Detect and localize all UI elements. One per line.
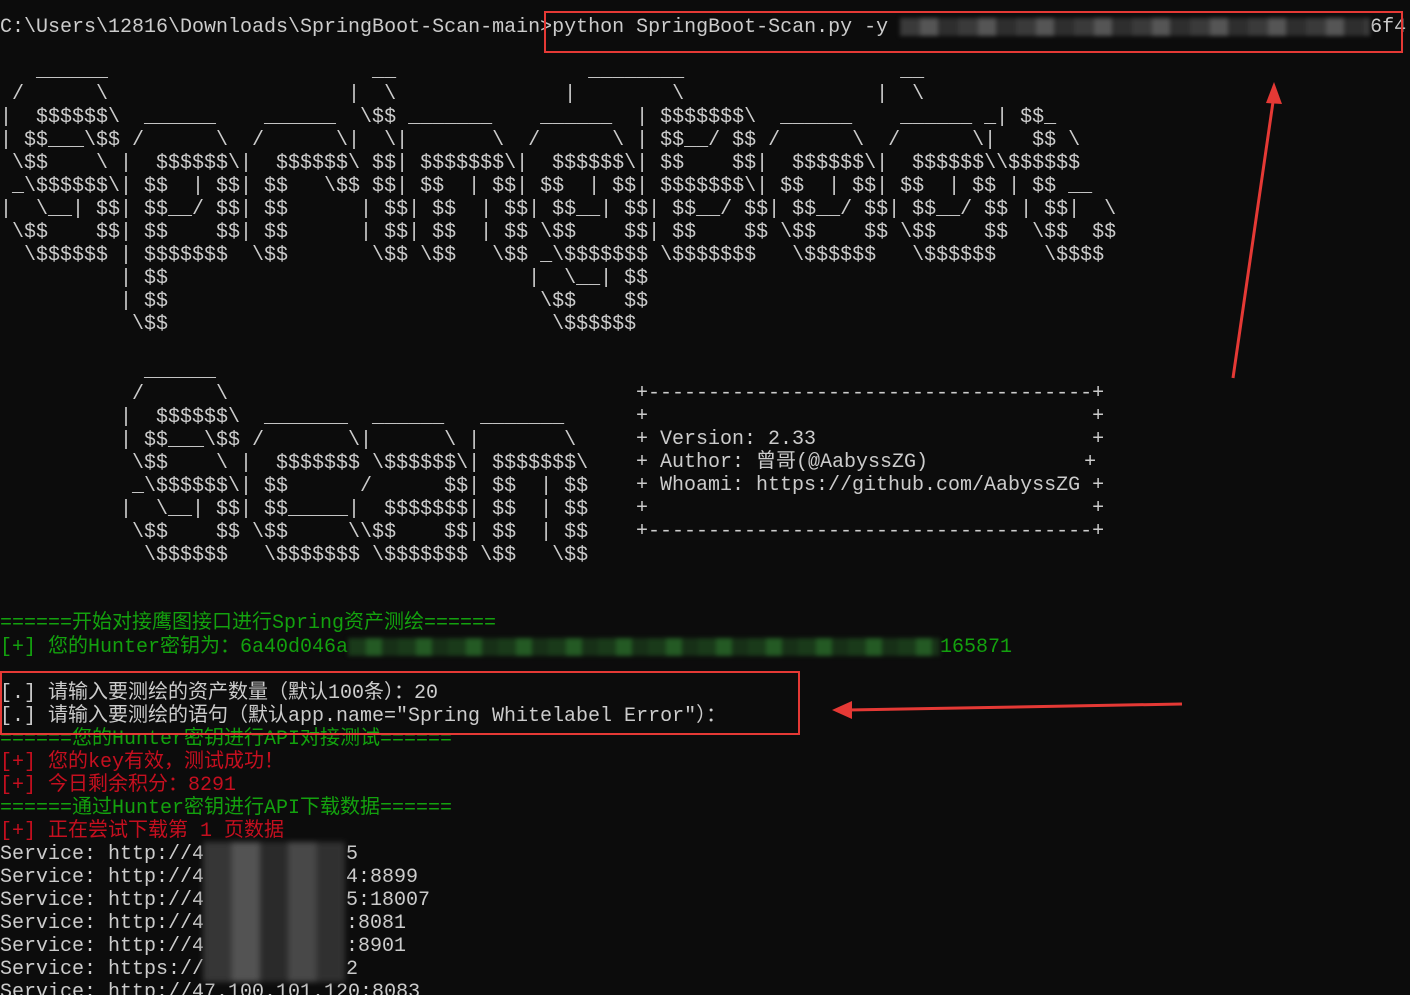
arrow-up-line	[1231, 94, 1276, 379]
info-whoami: + Whoami: https://github.com/AabyssZG +	[636, 474, 1105, 497]
info-border-top: +-------------------------------------+	[636, 382, 1105, 405]
author-info-box: +-------------------------------------+ +…	[636, 382, 1104, 543]
info-empty-line: + +	[636, 497, 1105, 520]
service-suffix: 5	[346, 843, 359, 866]
service-suffix: 5:18007	[346, 889, 431, 912]
info-version: + Version: 2.33 +	[636, 428, 1105, 451]
key-suffix: 165871	[940, 636, 1013, 659]
hunter-start-header: ======开始对接鹰图接口进行Spring资产测绘======	[0, 612, 497, 635]
service-prefix: Service: http://4	[0, 889, 205, 912]
downloading-message: [+] 正在尝试下载第 1 页数据	[0, 820, 285, 843]
redacted-key	[348, 637, 941, 656]
springboot-ascii-banner: ______ __ ________ __ / \ | \ | \ | \ | …	[0, 60, 1117, 336]
key-valid-message: [+] 您的key有效，测试成功！	[0, 751, 285, 774]
prompt-highlight-box	[0, 671, 800, 735]
download-header: ======通过Hunter密钥进行API下载数据======	[0, 797, 453, 820]
service-suffix: 4:8899	[346, 866, 419, 889]
service-prefix: Service: http://4	[0, 935, 205, 958]
service-suffix: :8901	[346, 935, 407, 958]
arrow-left-line	[847, 702, 1183, 712]
service-prefix: Service: http://4	[0, 866, 205, 889]
info-author: + Author: 曾哥(@AabyssZG) +	[636, 451, 1097, 474]
command-path: C:\Users\12816\Downloads\SpringBoot-Scan…	[0, 16, 553, 39]
points-left-message: [+] 今日剩余积分：8291	[0, 774, 237, 797]
service-prefix: Service: http://4	[0, 843, 205, 866]
service-line-partial: Service: http://47.100.101.120:8083	[0, 981, 421, 995]
arrow-up-head	[1266, 82, 1282, 104]
hunter-key-line: [+] 您的Hunter密钥为：6a40d046a 165871	[0, 636, 1012, 659]
info-empty-line: + +	[636, 405, 1105, 428]
service-suffix: :8081	[346, 912, 407, 935]
scan-ascii-banner: ______ / \ | $$$$$$\ _______ ______ ____…	[120, 360, 589, 567]
key-prefix: [+] 您的Hunter密钥为：6a40d046a	[0, 636, 349, 659]
command-highlight-box	[544, 11, 1403, 53]
redacted-services	[203, 842, 345, 982]
info-border-bottom: +-------------------------------------+	[636, 520, 1105, 543]
service-suffix: 2	[346, 958, 359, 981]
service-prefix: Service: http://4	[0, 912, 205, 935]
service-prefix: Service: https://	[0, 958, 205, 981]
arrow-left-head	[832, 701, 852, 719]
